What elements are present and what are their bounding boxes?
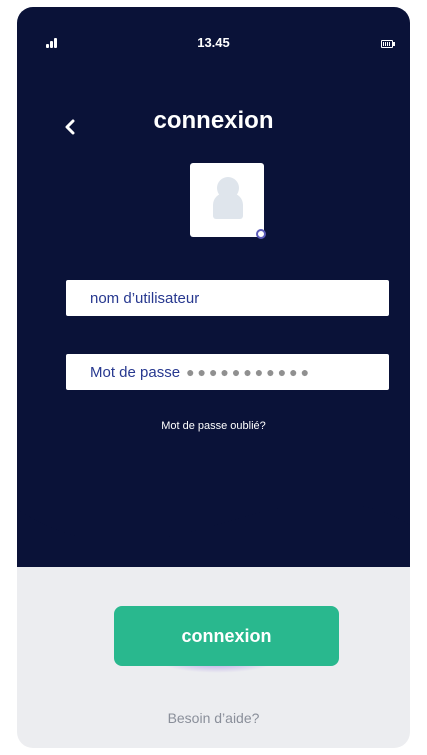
wave-divider <box>17 477 410 542</box>
password-label: Mot de passe <box>90 363 181 381</box>
edit-dot-icon[interactable] <box>256 229 266 239</box>
page-title: connexion <box>153 107 274 134</box>
login-button[interactable]: connexion <box>114 606 339 666</box>
help-link[interactable]: Besoin d’aide? <box>17 710 410 726</box>
forgot-password-link[interactable]: Mot de passe oublié? <box>17 420 410 432</box>
status-time: 13.45 <box>197 35 230 50</box>
avatar[interactable] <box>190 163 266 239</box>
battery-icon <box>381 40 395 48</box>
password-mask: ●●●●●●●●●●● <box>186 364 313 380</box>
user-silhouette-body <box>213 193 243 219</box>
username-label: nom d’utilisateur <box>90 289 200 307</box>
status-bar: 13.45 <box>17 7 410 67</box>
username-field[interactable]: nom d’utilisateur <box>66 280 389 316</box>
password-field[interactable]: Mot de passe ●●●●●●●●●●● <box>66 354 389 390</box>
phone-frame: 13.45 connexion nom d’utilisateur Mot de… <box>17 7 410 748</box>
